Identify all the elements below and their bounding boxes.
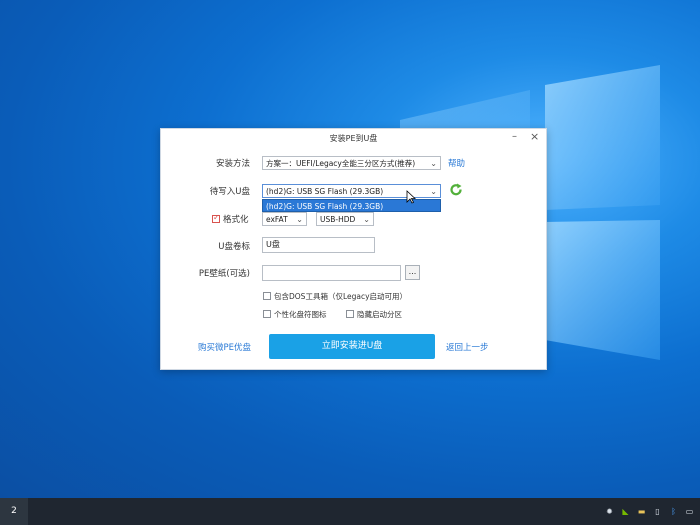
filesystem-value: exFAT xyxy=(266,215,288,224)
install-now-button[interactable]: 立即安装进U盘 xyxy=(269,334,435,359)
bluetooth-icon[interactable]: ᛒ xyxy=(669,507,678,516)
taskbar: 2 ✹ ◣ ▬ ▯ ᛒ ▭ xyxy=(0,498,700,525)
start-button[interactable]: 2 xyxy=(0,498,28,525)
settings-icon[interactable]: ✹ xyxy=(605,507,614,516)
format-checkbox[interactable] xyxy=(212,213,220,223)
volume-label-label: U盘卷标 xyxy=(218,242,250,252)
wallpaper-input[interactable] xyxy=(262,265,401,281)
wallpaper-label: PE壁纸(可选) xyxy=(198,269,250,279)
dialog-titlebar: 安装PE到U盘 – × xyxy=(161,129,546,149)
dos-toolbox-checkbox[interactable] xyxy=(263,292,271,300)
dialog-title: 安装PE到U盘 xyxy=(329,134,378,143)
hide-partition-checkbox[interactable] xyxy=(346,310,354,318)
custom-icon-label: 个性化盘符图标 xyxy=(274,310,327,319)
minimize-button[interactable]: – xyxy=(512,131,517,142)
chevron-down-icon: ⌄ xyxy=(430,187,437,196)
chevron-down-icon: ⌄ xyxy=(296,215,303,224)
usb-icon[interactable]: ▯ xyxy=(653,507,662,516)
hide-partition-label: 隐藏启动分区 xyxy=(357,310,402,319)
target-disk-value: (hd2)G: USB SG Flash (29.3GB) xyxy=(266,187,384,196)
volume-label-input[interactable]: U盘 xyxy=(262,237,375,253)
filesystem-select[interactable]: exFAT ⌄ xyxy=(262,212,307,226)
install-method-value: 方案一：UEFI/Legacy全能三分区方式(推荐) xyxy=(266,159,416,168)
boot-mode-select[interactable]: USB-HDD ⌄ xyxy=(316,212,374,226)
mouse-cursor-icon xyxy=(406,190,416,204)
nvidia-icon[interactable]: ◣ xyxy=(621,507,630,516)
network-icon[interactable]: ▭ xyxy=(685,507,694,516)
buy-usb-link[interactable]: 购买微PE优盘 xyxy=(198,341,251,353)
install-method-label: 安装方法 xyxy=(215,159,250,169)
system-tray: ✹ ◣ ▬ ▯ ᛒ ▭ xyxy=(605,498,694,525)
chevron-down-icon: ⌄ xyxy=(363,215,370,224)
browse-button[interactable]: ... xyxy=(405,265,420,280)
boot-mode-value: USB-HDD xyxy=(320,215,356,224)
chevron-down-icon: ⌄ xyxy=(430,159,437,168)
target-disk-label: 待写入U盘 xyxy=(209,187,250,197)
folder-icon[interactable]: ▬ xyxy=(637,507,646,516)
dos-toolbox-label: 包含DOS工具箱（仅Legacy启动可用） xyxy=(274,292,408,301)
format-label: 格式化 xyxy=(223,215,249,225)
refresh-icon[interactable] xyxy=(449,183,463,197)
custom-icon-checkbox[interactable] xyxy=(263,310,271,318)
back-link[interactable]: 返回上一步 xyxy=(446,341,489,353)
help-link[interactable]: 帮助 xyxy=(448,157,465,169)
install-method-select[interactable]: 方案一：UEFI/Legacy全能三分区方式(推荐) ⌄ xyxy=(262,156,441,170)
close-button[interactable]: × xyxy=(530,130,539,143)
